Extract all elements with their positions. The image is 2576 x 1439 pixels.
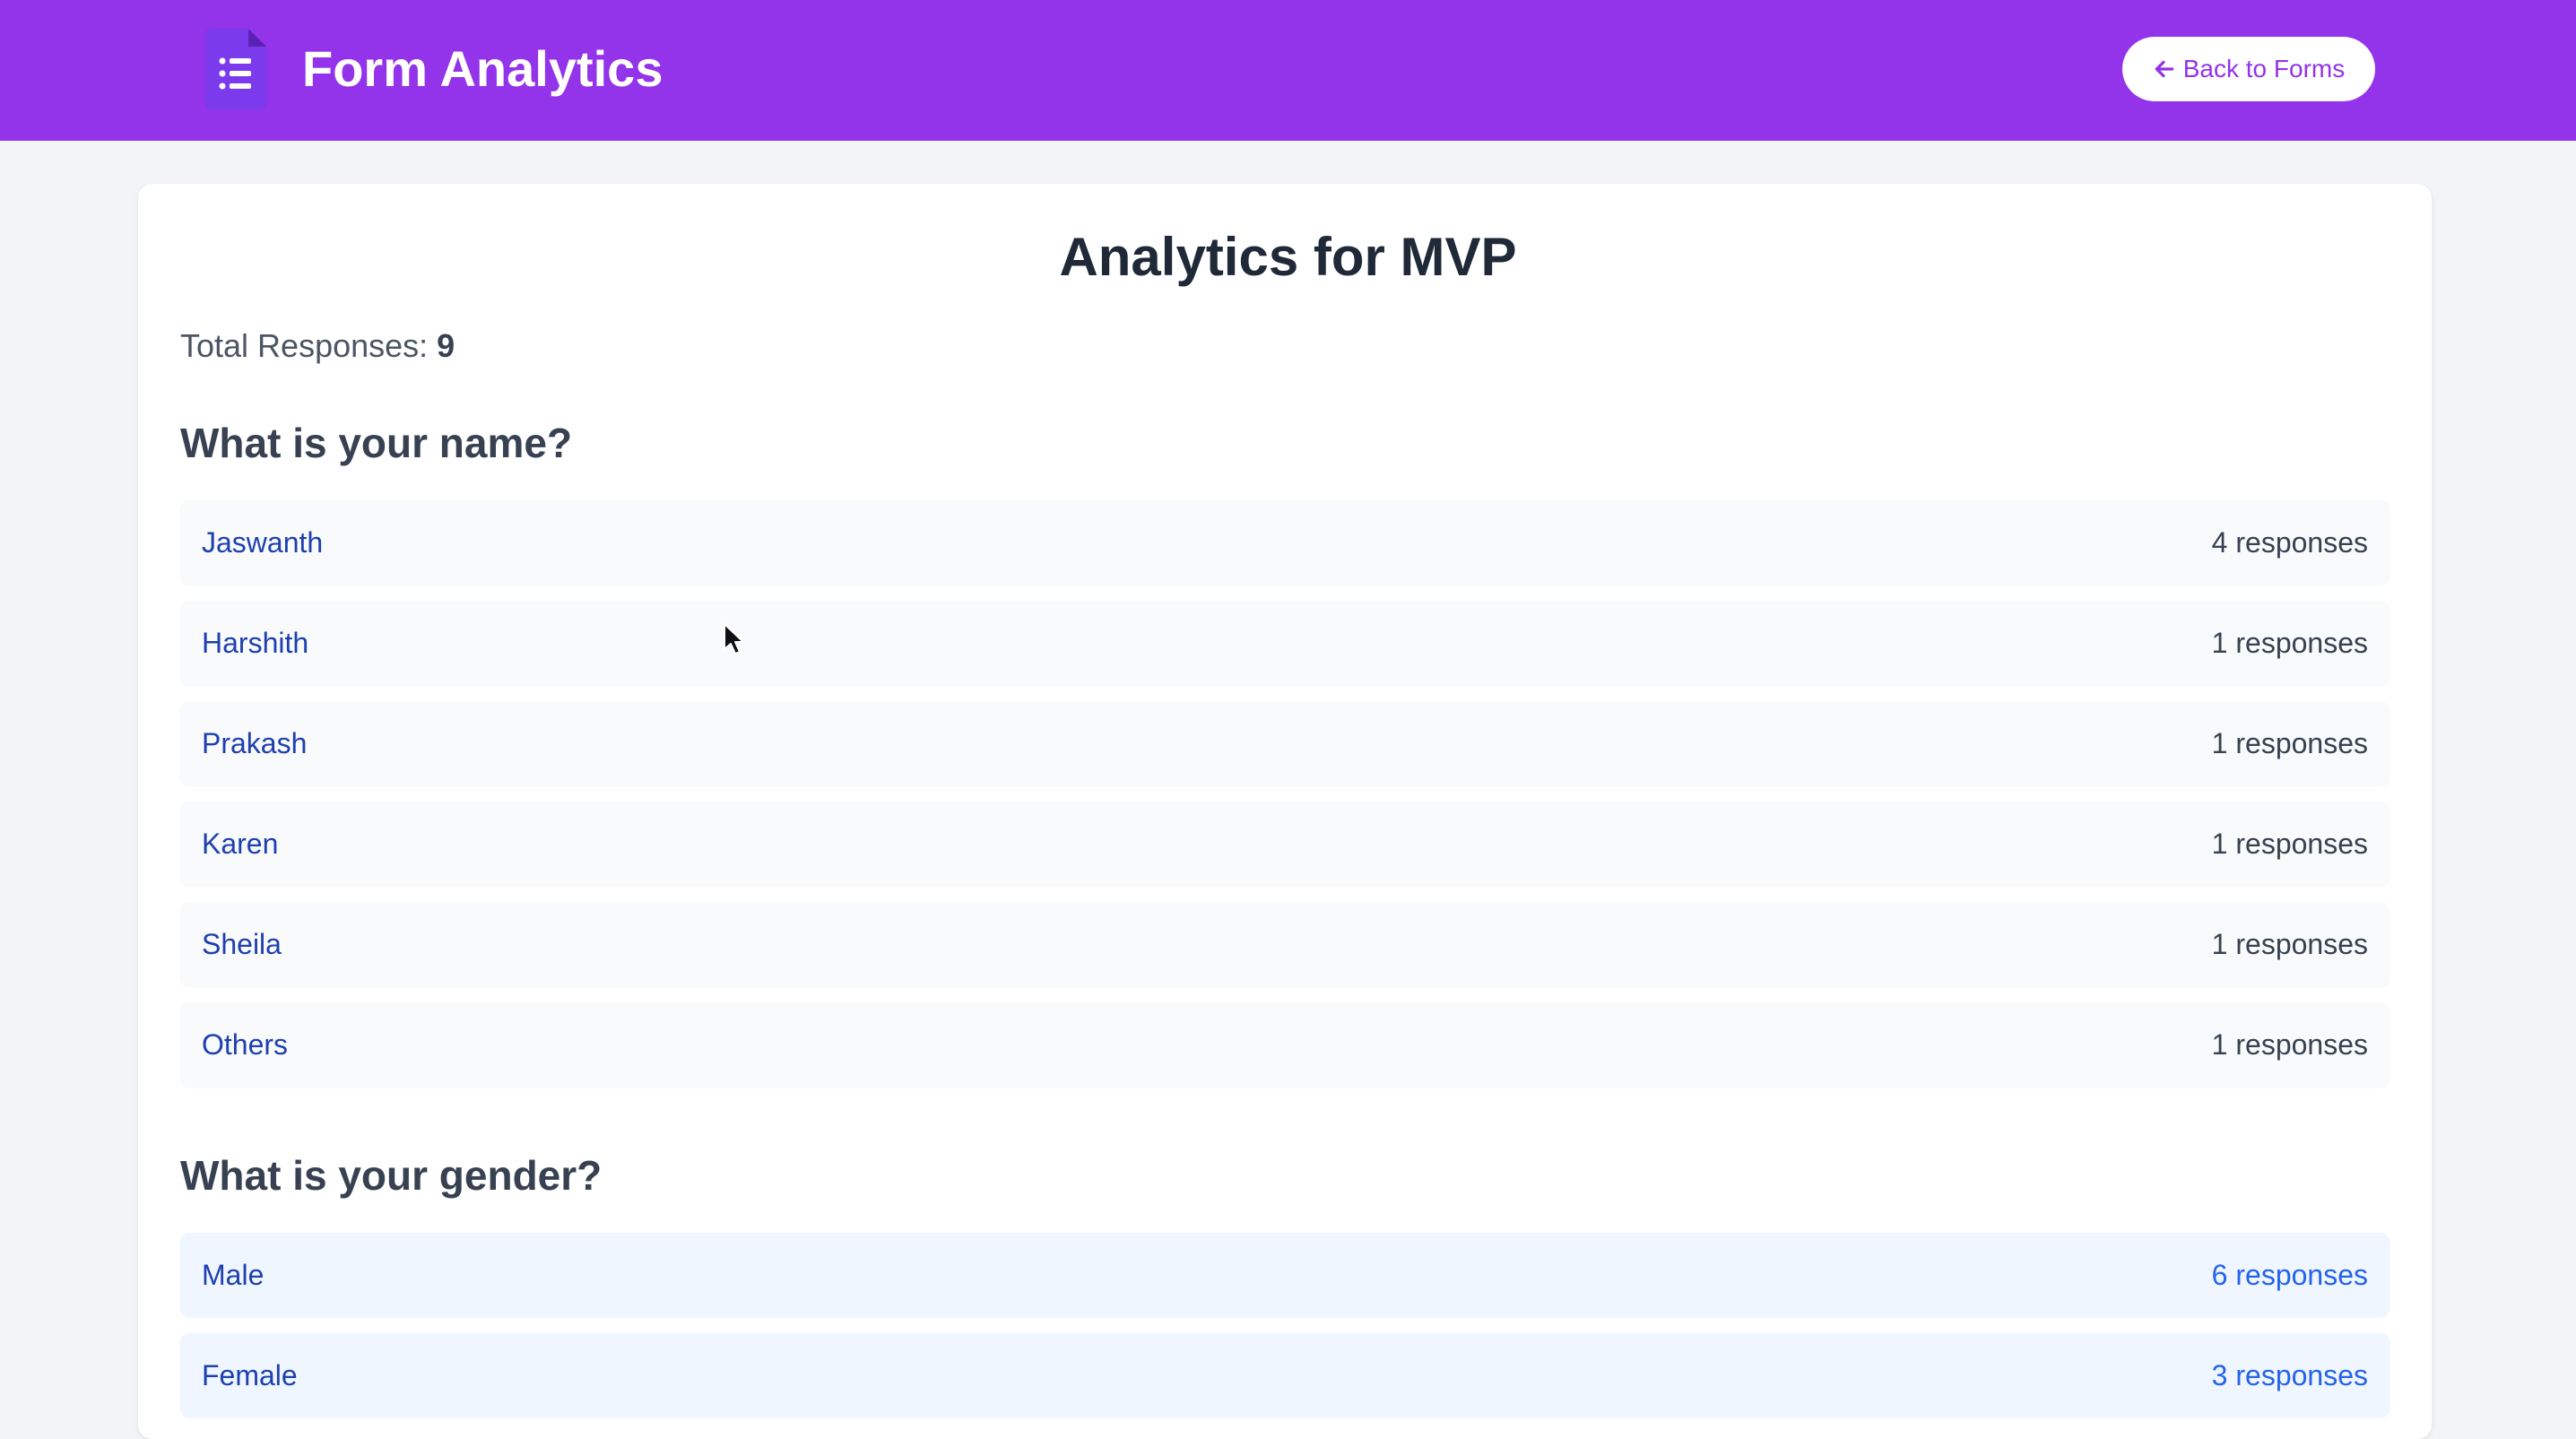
answer-row: Karen 1 responses: [180, 802, 2390, 886]
app-title: Form Analytics: [302, 40, 664, 97]
answer-label: Prakash: [202, 727, 308, 759]
question-title: What is your gender?: [180, 1152, 603, 1199]
answer-row: Male 6 responses: [180, 1233, 2390, 1317]
form-document-icon: [205, 29, 266, 109]
back-to-forms-button[interactable]: Back to Forms: [2122, 37, 2375, 101]
answer-label: Harshith: [202, 627, 309, 659]
answer-label: Karen: [202, 828, 279, 860]
answer-label: Female: [202, 1359, 298, 1391]
answer-label: Jaswanth: [202, 526, 324, 559]
total-responses: Total Responses: 9: [180, 325, 455, 368]
mouse-pointer-icon: [724, 623, 744, 654]
answer-count: 1 responses: [2211, 928, 2368, 960]
page-title: Analytics for MVP: [1059, 227, 1517, 287]
answer-row: Others 1 responses: [180, 1002, 2390, 1087]
back-to-forms-label: Back to Forms: [2182, 55, 2346, 82]
answer-count: 1 responses: [2211, 1028, 2368, 1061]
answer-label: Male: [202, 1259, 265, 1291]
answer-count: 1 responses: [2211, 828, 2368, 860]
total-responses-value: 9: [437, 327, 455, 364]
answer-count: 3 responses: [2211, 1359, 2368, 1391]
answer-row: Prakash 1 responses: [180, 701, 2390, 785]
arrow-left-icon: [2155, 60, 2174, 78]
top-navbar: Form Analytics Back to Forms: [0, 0, 2576, 141]
answer-row: Female 3 responses: [180, 1333, 2390, 1417]
answer-row: Harshith 1 responses: [180, 601, 2390, 685]
answer-count: 1 responses: [2211, 627, 2368, 659]
answer-count: 1 responses: [2211, 727, 2368, 759]
answer-count: 4 responses: [2211, 526, 2368, 559]
answer-label: Others: [202, 1028, 289, 1061]
total-responses-label: Total Responses:: [180, 327, 429, 364]
question-title: What is your name?: [180, 420, 573, 466]
answer-row: Jaswanth 4 responses: [180, 500, 2390, 585]
answer-label: Sheila: [202, 928, 282, 960]
answer-count: 6 responses: [2211, 1259, 2368, 1291]
answer-row: Sheila 1 responses: [180, 902, 2390, 986]
